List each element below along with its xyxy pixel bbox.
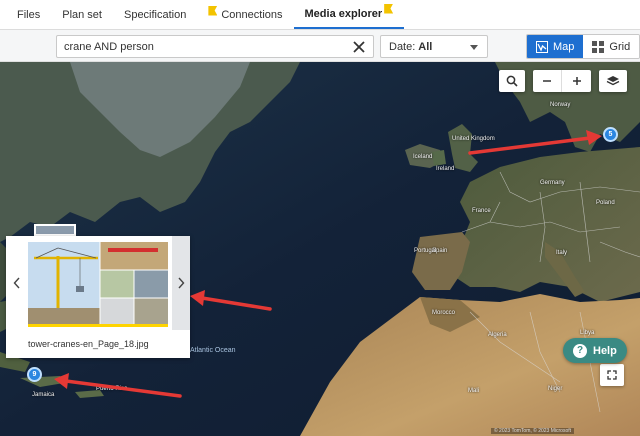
- map-cluster-europe[interactable]: 5: [603, 127, 618, 142]
- zoom-in-button[interactable]: [562, 70, 591, 92]
- map-view-label: Map: [553, 40, 575, 53]
- map-icon: [536, 40, 548, 53]
- map-label-algeria: Algeria: [488, 332, 507, 338]
- map-label-atlantic-ocean: Atlantic Ocean: [190, 347, 236, 354]
- toolbar: Date: All Map Grid: [0, 30, 640, 62]
- tab-connections[interactable]: Connections: [197, 0, 293, 29]
- map-label-italy: Italy: [556, 250, 568, 256]
- question-icon: ?: [573, 343, 587, 358]
- map-label-norway: Norway: [550, 102, 571, 108]
- chevron-right-icon: [178, 277, 185, 289]
- chevron-left-icon: [13, 277, 20, 289]
- zoom-out-button[interactable]: [533, 70, 562, 92]
- map-label-libya: Libya: [580, 330, 595, 336]
- map-label-morocco: Morocco: [432, 310, 456, 316]
- grid-view-button[interactable]: Grid: [583, 35, 640, 58]
- search-icon: [506, 75, 518, 87]
- tab-files[interactable]: Files: [6, 0, 51, 29]
- date-filter-select[interactable]: Date: All: [380, 35, 488, 58]
- map-label-france: France: [472, 208, 491, 214]
- cluster-count: 5: [608, 131, 613, 138]
- previous-media-button[interactable]: [8, 236, 26, 330]
- close-icon: [353, 41, 365, 53]
- tab-specification-label: Specification: [123, 8, 187, 21]
- map-photo-marker[interactable]: [34, 224, 76, 236]
- map-label-jamaica: Jamaica: [32, 392, 55, 398]
- flag-icon: [208, 5, 218, 16]
- tab-media-explorer[interactable]: Media explorer: [293, 0, 405, 29]
- next-media-button[interactable]: [172, 236, 190, 330]
- tab-plan-set-label: Plan set: [62, 8, 102, 21]
- map-label-mali: Mali: [468, 388, 480, 394]
- map-attribution: © 2023 TomTom, © 2023 Microsoft: [490, 428, 574, 434]
- media-filename: tower-cranes-en_Page_18.jpg: [28, 339, 149, 349]
- tab-bar: Files Plan set Specification Connections…: [0, 0, 640, 30]
- tab-media-explorer-label: Media explorer: [304, 7, 383, 20]
- layers-icon: [606, 76, 620, 86]
- cluster-count: 9: [32, 371, 37, 378]
- map-search-button[interactable]: [499, 70, 525, 92]
- map-label-puerto-rico: Puerto Rico: [96, 386, 128, 392]
- date-filter-label: Date:: [389, 40, 416, 53]
- tab-specification[interactable]: Specification: [113, 0, 197, 29]
- map-view-button[interactable]: Map: [527, 35, 584, 58]
- map-cluster-caribbean[interactable]: 9: [27, 367, 42, 382]
- tab-files-label: Files: [17, 8, 41, 21]
- map-label-portugal: Portugal: [414, 248, 437, 254]
- flag-icon: [384, 3, 394, 14]
- search-input[interactable]: [57, 36, 337, 57]
- map-fullscreen-button[interactable]: [600, 364, 624, 386]
- media-preview-card: tower-cranes-en_Page_18.jpg: [6, 236, 190, 358]
- chevron-down-icon: [470, 45, 478, 50]
- view-toggle: Map Grid: [526, 34, 640, 59]
- search-box: [56, 35, 374, 58]
- minus-icon: [543, 80, 551, 82]
- help-button[interactable]: ? Help: [563, 338, 627, 363]
- map-label-niger: Niger: [548, 386, 563, 392]
- zoom-controls: [533, 70, 591, 92]
- map-label-poland: Poland: [596, 200, 615, 206]
- tower-crane-photo: [28, 242, 168, 324]
- app-window: Files Plan set Specification Connections…: [0, 0, 640, 436]
- map-label-united-kingdom: United Kingdom: [452, 136, 495, 142]
- date-filter-value: All: [418, 40, 433, 53]
- clear-search-button[interactable]: [351, 39, 367, 55]
- plus-icon: [572, 77, 581, 85]
- map-label-germany: Germany: [540, 180, 565, 186]
- tab-connections-label: Connections: [221, 8, 283, 21]
- map-label-ireland: Ireland: [436, 166, 455, 172]
- grid-view-label: Grid: [609, 40, 631, 53]
- media-thumbnail[interactable]: [28, 242, 168, 327]
- tab-plan-set[interactable]: Plan set: [51, 0, 113, 29]
- grid-icon: [592, 40, 605, 53]
- map-label-iceland: Iceland: [413, 154, 433, 160]
- help-label: Help: [593, 344, 617, 357]
- map-layers-button[interactable]: [599, 70, 627, 92]
- expand-icon: [607, 370, 617, 380]
